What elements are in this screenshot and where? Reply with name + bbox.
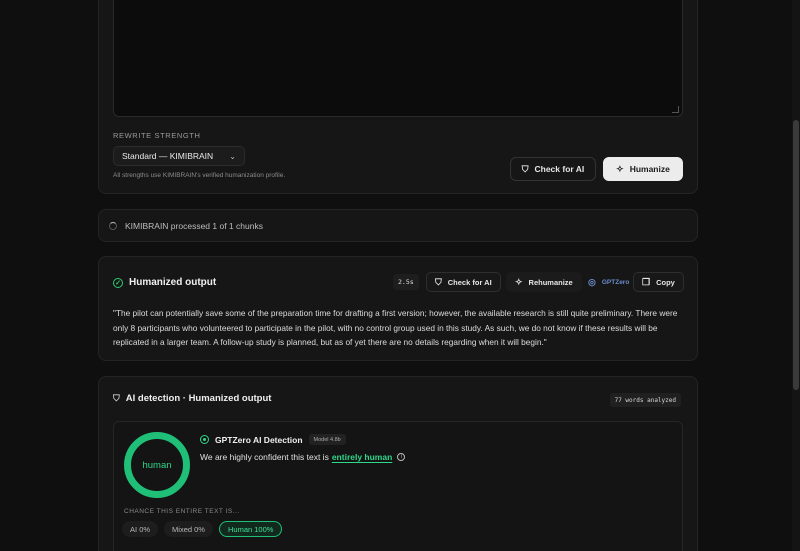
- pill-ai-value: 0%: [139, 524, 151, 534]
- resize-handle[interactable]: [672, 106, 679, 113]
- chevron-down-icon: ⌄: [229, 151, 236, 161]
- provider-name: GPTZero AI Detection: [215, 434, 303, 445]
- model-badge: Model 4.8b: [308, 434, 346, 445]
- detection-title: AI detection · Humanized output: [125, 393, 272, 404]
- rehumanize-label: Rehumanize: [528, 277, 573, 287]
- words-analyzed-badge: 77 words analyzed: [609, 393, 681, 407]
- scrollbar-thumb[interactable]: [793, 120, 799, 390]
- output-check-label: Check for AI: [447, 277, 492, 287]
- pill-mixed: Mixed 0%: [164, 521, 213, 537]
- pill-ai: AI 0%: [122, 521, 159, 537]
- pill-mixed-label: Mixed: [172, 524, 193, 534]
- output-card: ✓ Humanized output 2.5s ⛉ Check for AI ✧…: [98, 256, 698, 361]
- rewrite-hint: All strengths use KIMIBRAIN's verified h…: [113, 172, 286, 179]
- humanize-label: Humanize: [629, 164, 670, 174]
- rehumanize-button[interactable]: ✧ Rehumanize: [506, 272, 582, 292]
- rewrite-strength-select[interactable]: Standard — KIMIBRAIN ⌄: [113, 146, 245, 166]
- output-heading: ✓ Humanized output: [113, 277, 216, 288]
- gptzero-icon: [200, 435, 209, 444]
- loading-spinner-icon: [109, 221, 117, 230]
- input-textarea[interactable]: [113, 0, 683, 117]
- shield-icon: ⛉: [521, 163, 529, 174]
- gptzero-button[interactable]: ◎ GPTZero: [583, 272, 634, 292]
- magic-wand-icon: ✧: [515, 276, 523, 287]
- gptzero-label: GPTZero: [601, 278, 630, 286]
- rewrite-strength-value: Standard — KIMIBRAIN: [122, 151, 214, 161]
- detection-heading: ⛉ AI detection · Humanized output: [113, 393, 271, 404]
- verdict-prefix: We are highly confident this text is: [200, 452, 329, 462]
- output-check-for-ai-button[interactable]: ⛉ Check for AI: [426, 272, 501, 292]
- page-scrollbar[interactable]: [792, 0, 800, 551]
- copy-label: Copy: [656, 277, 675, 287]
- chance-label: CHANCE THIS ENTIRE TEXT IS...: [124, 508, 240, 515]
- check-circle-icon: ✓: [113, 277, 123, 288]
- status-text: KIMIBRAIN processed 1 of 1 chunks: [125, 220, 263, 231]
- gptzero-icon: ◎: [588, 276, 596, 287]
- humanized-text: "The pilot can potentially save some of …: [113, 308, 678, 348]
- detection-card: ⛉ AI detection · Humanized output 77 wor…: [98, 376, 698, 551]
- check-for-ai-label: Check for AI: [534, 164, 585, 174]
- shield-icon: ⛉: [113, 393, 120, 403]
- copy-button[interactable]: ❐ Copy: [633, 272, 684, 292]
- pill-mixed-value: 0%: [194, 524, 205, 534]
- pill-ai-label: AI: [130, 524, 138, 534]
- humanize-button[interactable]: ✧ Humanize: [603, 157, 683, 181]
- verdict-highlight-link[interactable]: entirely human: [332, 452, 392, 462]
- pill-human: Human 100%: [218, 521, 283, 537]
- probability-pills: AI 0% Mixed 0% Human 100%: [122, 521, 283, 537]
- pill-human-label: Human: [227, 524, 253, 534]
- status-card: KIMIBRAIN processed 1 of 1 chunks: [98, 209, 698, 242]
- verdict-line: We are highly confident this text is ent…: [200, 452, 406, 462]
- shield-icon: ⛉: [435, 276, 442, 287]
- gptzero-result-panel: human GPTZero AI Detection Model 4.8b We…: [113, 421, 683, 551]
- rewrite-strength-label: REWRITE STRENGTH: [113, 131, 201, 140]
- output-title: Humanized output: [129, 277, 217, 288]
- copy-icon: ❐: [642, 276, 651, 287]
- info-icon[interactable]: i: [397, 453, 406, 461]
- check-for-ai-button[interactable]: ⛉ Check for AI: [510, 157, 596, 181]
- ring-label: human: [142, 459, 172, 471]
- provider-heading: GPTZero AI Detection Model 4.8b: [200, 434, 346, 445]
- human-score-ring: human: [124, 432, 190, 498]
- pill-human-value: 100%: [254, 524, 274, 534]
- magic-wand-icon: ✧: [616, 163, 624, 174]
- page: REWRITE STRENGTH Standard — KIMIBRAIN ⌄ …: [0, 0, 800, 551]
- time-badge: 2.5s: [393, 274, 419, 290]
- input-card: REWRITE STRENGTH Standard — KIMIBRAIN ⌄ …: [98, 0, 698, 194]
